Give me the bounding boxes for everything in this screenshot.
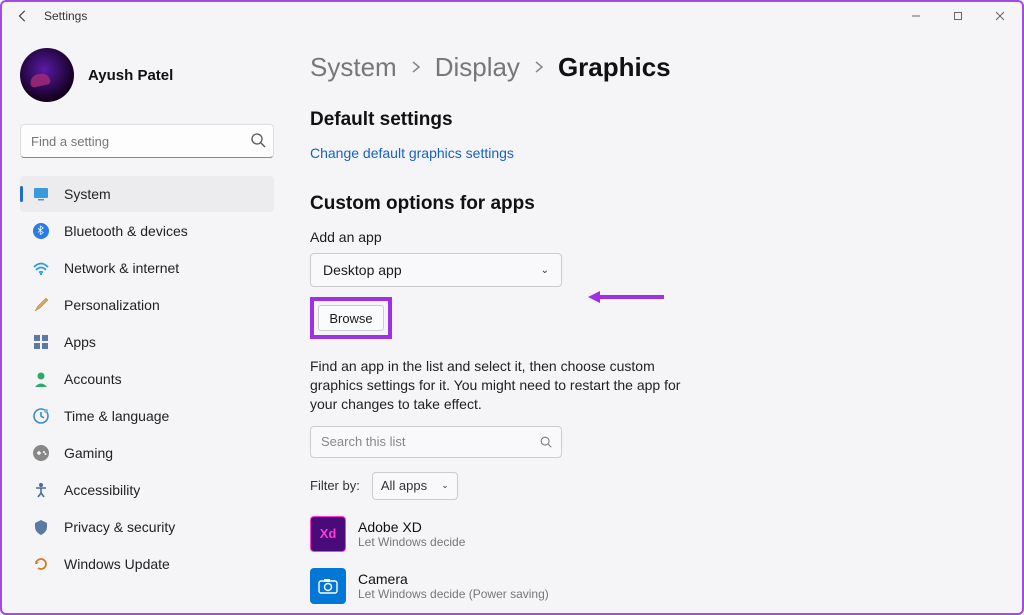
sidebar-item-bluetooth[interactable]: Bluetooth & devices	[20, 213, 274, 249]
sidebar-item-apps[interactable]: Apps	[20, 324, 274, 360]
sidebar-item-accounts[interactable]: Accounts	[20, 361, 274, 397]
search-icon	[539, 435, 553, 449]
brush-icon	[32, 296, 50, 314]
dropdown-value: Desktop app	[323, 262, 402, 278]
sidebar-item-label: Privacy & security	[64, 519, 175, 535]
breadcrumb-system[interactable]: System	[310, 52, 397, 83]
filter-label: Filter by:	[310, 478, 360, 493]
sidebar-item-privacy[interactable]: Privacy & security	[20, 509, 274, 545]
sidebar-item-label: Personalization	[64, 297, 160, 313]
app-item[interactable]: Xd Adobe XD Let Windows decide	[310, 516, 992, 552]
sidebar-item-label: Accessibility	[64, 482, 140, 498]
filter-dropdown[interactable]: All apps ⌄	[372, 472, 458, 500]
sidebar-item-label: Time & language	[64, 408, 169, 424]
app-subtitle: Let Windows decide	[358, 535, 465, 549]
sidebar-item-accessibility[interactable]: Accessibility	[20, 472, 274, 508]
camera-icon	[310, 568, 346, 604]
sidebar-item-label: Network & internet	[64, 260, 179, 276]
sidebar-item-system[interactable]: System	[20, 176, 274, 212]
sidebar-item-label: Windows Update	[64, 556, 170, 572]
update-icon	[32, 555, 50, 573]
sidebar: Ayush Patel System Bluetooth & devices	[2, 30, 286, 613]
sidebar-item-time[interactable]: Time & language	[20, 398, 274, 434]
chevron-down-icon: ⌄	[441, 480, 449, 491]
accessibility-icon	[32, 481, 50, 499]
window-title: Settings	[44, 9, 87, 23]
sidebar-item-network[interactable]: Network & internet	[20, 250, 274, 286]
close-button[interactable]	[986, 6, 1014, 26]
breadcrumb: System Display Graphics	[310, 52, 992, 83]
bluetooth-icon	[32, 222, 50, 240]
search-container	[20, 124, 274, 158]
adobe-xd-icon: Xd	[310, 516, 346, 552]
gaming-icon	[32, 444, 50, 462]
avatar	[20, 48, 74, 102]
username: Ayush Patel	[88, 67, 173, 84]
search-icon	[250, 132, 266, 148]
sidebar-item-label: System	[64, 186, 111, 202]
change-default-link[interactable]: Change default graphics settings	[310, 145, 514, 161]
minimize-button[interactable]	[902, 6, 930, 26]
nav-list: System Bluetooth & devices Network & int…	[20, 176, 274, 582]
main-content: System Display Graphics Default settings…	[286, 30, 1022, 613]
chevron-right-icon	[411, 60, 421, 76]
titlebar: Settings	[2, 2, 1022, 30]
clock-icon	[32, 407, 50, 425]
person-icon	[32, 370, 50, 388]
system-icon	[32, 185, 50, 203]
custom-options-heading: Custom options for apps	[310, 193, 992, 215]
sidebar-item-gaming[interactable]: Gaming	[20, 435, 274, 471]
sidebar-item-label: Bluetooth & devices	[64, 223, 188, 239]
search-input[interactable]	[20, 124, 274, 158]
filter-row: Filter by: All apps ⌄	[310, 472, 992, 500]
sidebar-item-update[interactable]: Windows Update	[20, 546, 274, 582]
apps-icon	[32, 333, 50, 351]
search-list-input[interactable]: Search this list	[310, 426, 562, 458]
maximize-button[interactable]	[944, 6, 972, 26]
app-item[interactable]: Camera Let Windows decide (Power saving)	[310, 568, 992, 604]
chevron-down-icon: ⌄	[541, 265, 549, 276]
filter-value: All apps	[381, 478, 427, 493]
sidebar-item-label: Gaming	[64, 445, 113, 461]
annotation-arrow-icon	[586, 288, 666, 311]
app-subtitle: Let Windows decide (Power saving)	[358, 587, 549, 601]
breadcrumb-current: Graphics	[558, 52, 671, 83]
sidebar-item-personalization[interactable]: Personalization	[20, 287, 274, 323]
app-name: Camera	[358, 571, 549, 587]
wifi-icon	[32, 259, 50, 277]
chevron-right-icon	[534, 60, 544, 76]
search-list-placeholder: Search this list	[321, 434, 406, 449]
settings-window: Settings Ayush Patel	[0, 0, 1024, 615]
sidebar-item-label: Apps	[64, 334, 96, 350]
profile[interactable]: Ayush Patel	[20, 48, 274, 102]
add-app-label: Add an app	[310, 229, 992, 245]
sidebar-item-label: Accounts	[64, 371, 122, 387]
add-app-dropdown[interactable]: Desktop app ⌄	[310, 253, 562, 287]
default-settings-heading: Default settings	[310, 109, 992, 131]
shield-icon	[32, 518, 50, 536]
breadcrumb-display[interactable]: Display	[435, 52, 520, 83]
app-name: Adobe XD	[358, 519, 465, 535]
back-button[interactable]	[16, 9, 30, 23]
annotation-highlight: Browse	[310, 297, 392, 339]
help-text: Find an app in the list and select it, t…	[310, 357, 710, 414]
browse-button[interactable]: Browse	[318, 305, 384, 331]
